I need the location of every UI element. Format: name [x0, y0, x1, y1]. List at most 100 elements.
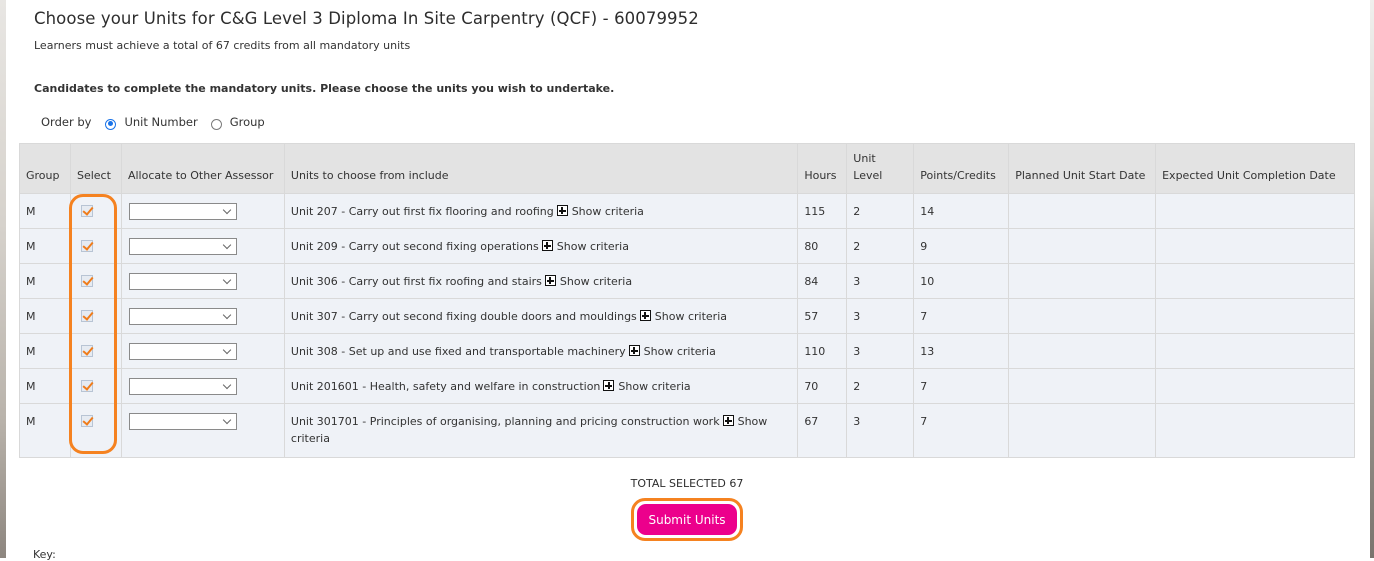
- cell-points: 9: [913, 228, 1010, 264]
- cell-planned-start: [1008, 193, 1157, 229]
- cell-points: 7: [913, 403, 1010, 458]
- cell-expected-completion: [1155, 263, 1355, 299]
- radio-unit-number-label[interactable]: Unit Number: [124, 115, 197, 129]
- page-title: Choose your Units for C&G Level 3 Diplom…: [34, 9, 699, 28]
- select-checkbox[interactable]: [80, 205, 93, 217]
- select-checkbox[interactable]: [80, 275, 93, 287]
- col-header-units: Units to choose from include: [283, 143, 799, 194]
- table-row: M Unit 306 - Carry out first fix roofing…: [19, 263, 1355, 299]
- units-table: Group Select Allocate to Other Assessor …: [19, 143, 1355, 458]
- table-row: M Unit 209 - Carry out second fixing ope…: [19, 228, 1355, 264]
- table-row: M Unit 307 - Carry out second fixing dou…: [19, 298, 1355, 334]
- cell-hours: 115: [797, 193, 848, 229]
- radio-group-label[interactable]: Group: [230, 115, 265, 129]
- select-checkbox[interactable]: [80, 415, 93, 427]
- show-criteria-link[interactable]: Show criteria: [557, 240, 629, 253]
- unit-name: Unit 301701 - Principles of organising, …: [290, 415, 720, 428]
- window-edge-right: [1370, 0, 1374, 558]
- assessor-select[interactable]: [128, 343, 237, 360]
- cell-expected-completion: [1155, 298, 1355, 334]
- total-selected-text: TOTAL SELECTED 67: [630, 477, 744, 490]
- table-row: M Unit 301701 - Principles of organising…: [19, 403, 1355, 458]
- select-checkbox[interactable]: [80, 310, 93, 322]
- select-checkbox[interactable]: [80, 345, 93, 357]
- cell-hours: 67: [797, 403, 848, 458]
- show-criteria-link[interactable]: Show criteria: [560, 275, 632, 288]
- assessor-select[interactable]: [128, 273, 237, 290]
- chevron-down-icon: [222, 380, 232, 390]
- col-header-group: Group: [19, 143, 71, 194]
- unit-name: Unit 306 - Carry out first fix roofing a…: [290, 275, 542, 288]
- expand-plus-icon[interactable]: [544, 275, 556, 286]
- cell-expected-completion: [1155, 193, 1355, 229]
- cell-group: M: [19, 263, 71, 299]
- cell-level: 3: [846, 403, 915, 458]
- col-header-hours: Hours: [797, 143, 848, 194]
- cell-hours: 84: [797, 263, 848, 299]
- assessor-select[interactable]: [128, 378, 237, 395]
- table-header-row: Group Select Allocate to Other Assessor …: [19, 143, 1355, 194]
- cell-hours: 80: [797, 228, 848, 264]
- col-header-expected-completion: Expected Unit Completion Date: [1155, 143, 1355, 194]
- cell-points: 10: [913, 263, 1010, 299]
- col-header-allocate: Allocate to Other Assessor: [120, 143, 285, 194]
- select-checkbox[interactable]: [80, 240, 93, 252]
- cell-group: M: [19, 193, 71, 229]
- expand-plus-icon[interactable]: [628, 345, 640, 356]
- cell-group: M: [19, 333, 71, 369]
- choose-units-page: Choose your Units for C&G Level 3 Diplom…: [0, 0, 1370, 561]
- unit-name: Unit 201601 - Health, safety and welfare…: [290, 380, 601, 393]
- cell-hours: 70: [797, 368, 848, 404]
- cell-hours: 57: [797, 298, 848, 334]
- chevron-down-icon: [222, 345, 232, 355]
- assessor-select[interactable]: [128, 308, 237, 325]
- show-criteria-link[interactable]: Show criteria: [572, 205, 644, 218]
- show-criteria-link[interactable]: Show criteria: [655, 310, 727, 323]
- cell-planned-start: [1008, 263, 1157, 299]
- submit-button-highlight: Submit Units: [631, 498, 743, 541]
- show-criteria-link[interactable]: Show criteria: [618, 380, 690, 393]
- cell-level: 3: [846, 263, 915, 299]
- radio-group[interactable]: [210, 118, 222, 130]
- unit-name: Unit 307 - Carry out second fixing doubl…: [290, 310, 637, 323]
- expand-plus-icon[interactable]: [639, 310, 651, 321]
- submit-units-button[interactable]: Submit Units: [637, 504, 737, 535]
- assessor-select[interactable]: [128, 413, 237, 430]
- expand-plus-icon[interactable]: [603, 380, 615, 391]
- cell-expected-completion: [1155, 228, 1355, 264]
- show-criteria-link[interactable]: Show criteria: [644, 345, 716, 358]
- credits-requirement-text: Learners must achieve a total of 67 cred…: [34, 39, 411, 52]
- chevron-down-icon: [222, 310, 232, 320]
- unit-name: Unit 209 - Carry out second fixing opera…: [290, 240, 539, 253]
- cell-planned-start: [1008, 333, 1157, 369]
- chevron-down-icon: [222, 240, 232, 250]
- instruction-text: Candidates to complete the mandatory uni…: [34, 82, 615, 95]
- col-header-points: Points/Credits: [913, 143, 1010, 194]
- expand-plus-icon[interactable]: [556, 205, 568, 216]
- cell-planned-start: [1008, 403, 1157, 458]
- cell-planned-start: [1008, 368, 1157, 404]
- cell-level: 2: [846, 228, 915, 264]
- col-header-planned-start: Planned Unit Start Date: [1008, 143, 1157, 194]
- cell-planned-start: [1008, 298, 1157, 334]
- radio-unit-number[interactable]: [105, 118, 117, 130]
- unit-name: Unit 207 - Carry out first fix flooring …: [290, 205, 554, 218]
- cell-level: 2: [846, 193, 915, 229]
- cell-points: 7: [913, 368, 1010, 404]
- assessor-select[interactable]: [128, 238, 237, 255]
- cell-group: M: [19, 368, 71, 404]
- chevron-down-icon: [222, 205, 232, 215]
- chevron-down-icon: [222, 275, 232, 285]
- cell-points: 14: [913, 193, 1010, 229]
- table-row: M Unit 308 - Set up and use fixed and tr…: [19, 333, 1355, 369]
- expand-plus-icon[interactable]: [722, 415, 734, 426]
- expand-plus-icon[interactable]: [541, 240, 553, 251]
- table-row: M Unit 201601 - Health, safety and welfa…: [19, 368, 1355, 404]
- assessor-select[interactable]: [128, 203, 237, 220]
- key-label: Key:: [33, 548, 56, 561]
- col-header-unit-level: Unit Level: [846, 143, 915, 194]
- cell-group: M: [19, 403, 71, 458]
- cell-planned-start: [1008, 228, 1157, 264]
- select-checkbox[interactable]: [80, 380, 93, 392]
- order-by-label: Order by: [41, 115, 92, 129]
